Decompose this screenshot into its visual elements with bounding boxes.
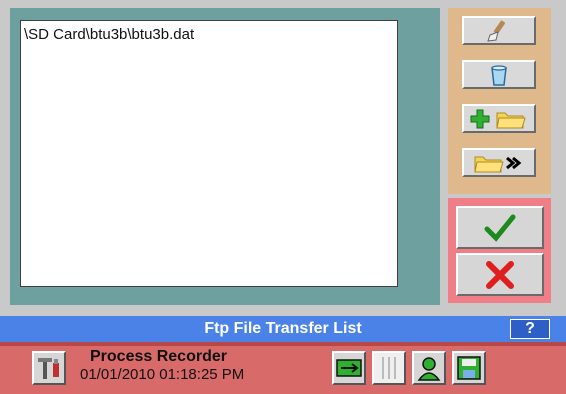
brush-icon (487, 20, 506, 42)
folder-forward-icon (474, 156, 522, 172)
floppy-disk-icon (457, 356, 481, 380)
grid-button[interactable] (372, 351, 406, 385)
status-divider (0, 342, 566, 346)
tools-icon (38, 358, 59, 379)
page-title: Ftp File Transfer List (204, 320, 362, 337)
recorder-datetime: 01/01/2010 01:18:25 PM (80, 366, 245, 383)
clear-button[interactable] (462, 16, 536, 45)
close-icon (486, 260, 514, 289)
save-button[interactable] (452, 351, 486, 385)
cancel-button[interactable] (456, 253, 544, 296)
add-folder-icon (470, 109, 526, 128)
file-list[interactable]: \SD Card\btu3b\btu3b.dat (20, 20, 398, 287)
transfer-button[interactable] (462, 148, 536, 177)
help-button[interactable]: ? (510, 319, 550, 339)
network-icon (336, 359, 362, 377)
tools-button[interactable] (32, 351, 66, 385)
title-bar: Ftp File Transfer List ? (0, 316, 566, 342)
delete-button[interactable] (462, 60, 536, 89)
ftp-transfer-screen: \SD Card\btu3b\btu3b.dat Ftp File Transf… (0, 0, 566, 394)
add-folder-button[interactable] (462, 104, 536, 133)
trash-can-icon (491, 64, 507, 86)
recorder-name: Process Recorder (90, 348, 227, 365)
tool-panel (448, 8, 551, 194)
network-button[interactable] (332, 351, 366, 385)
user-button[interactable] (412, 351, 446, 385)
ok-button[interactable] (456, 206, 544, 249)
grid-icon (382, 357, 396, 379)
user-icon (417, 357, 441, 381)
list-item[interactable]: \SD Card\btu3b\btu3b.dat (21, 21, 397, 43)
action-panel (448, 198, 551, 303)
checkmark-icon (484, 214, 516, 242)
